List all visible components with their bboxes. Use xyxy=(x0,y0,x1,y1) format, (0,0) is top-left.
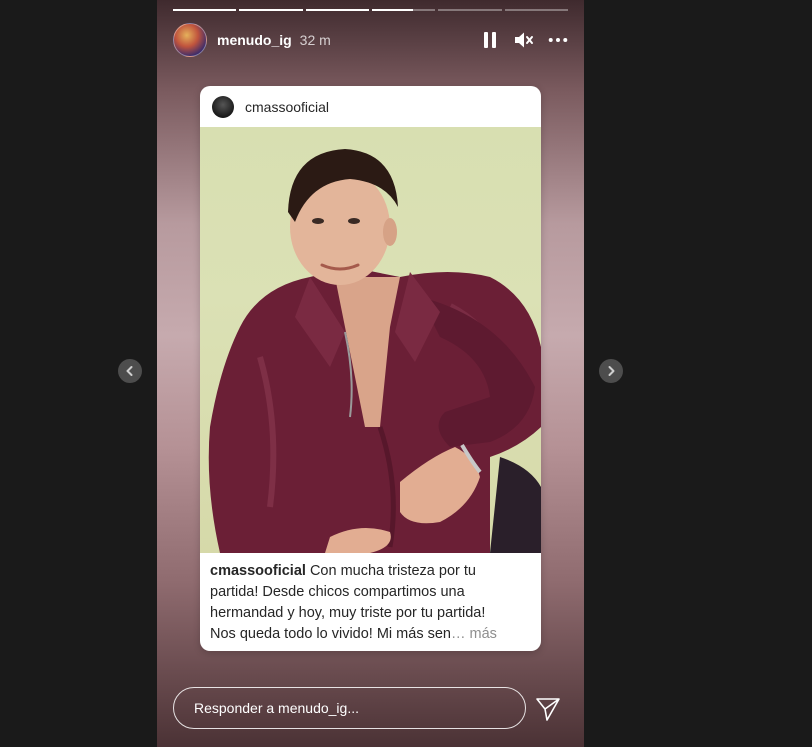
story-progress-segment xyxy=(371,9,436,11)
story-progress-segment xyxy=(438,9,502,11)
caption-line-3: hermandad y hoy, muy triste por tu parti… xyxy=(210,605,486,621)
more-options-button[interactable] xyxy=(548,30,568,50)
avatar[interactable] xyxy=(173,23,207,57)
next-story-button[interactable] xyxy=(599,359,623,383)
person-photo-illustration xyxy=(208,149,541,553)
send-button[interactable] xyxy=(535,696,561,722)
caption-ellipsis: … xyxy=(451,626,466,642)
story-username[interactable]: menudo_ig xyxy=(217,32,292,48)
chevron-right-icon xyxy=(608,366,615,376)
post-caption: cmassooficial Con mucha tristeza por tu … xyxy=(200,553,541,645)
caption-line-1: Con mucha tristeza por tu xyxy=(309,563,476,579)
story-progress-fill xyxy=(305,9,369,11)
story-progress-fill xyxy=(239,9,303,11)
caption-username[interactable]: cmassooficial xyxy=(210,563,306,579)
story-progress-segment xyxy=(173,9,237,11)
story-progress-segment xyxy=(239,9,303,11)
post-photo[interactable] xyxy=(200,127,541,553)
see-more-link[interactable]: más xyxy=(470,626,497,642)
story-header: menudo_ig 32 m xyxy=(173,22,568,58)
story-progress-segment xyxy=(504,9,568,11)
caption-line-4: Nos queda todo lo vivido! Mi más sen xyxy=(210,626,451,642)
post-author-avatar[interactable] xyxy=(212,95,234,118)
send-icon xyxy=(536,698,560,721)
reply-placeholder: Responder a menudo_ig... xyxy=(194,700,359,716)
story-progress-segment xyxy=(305,9,369,11)
more-options-icon xyxy=(548,38,568,42)
pause-button[interactable] xyxy=(480,30,500,50)
reply-input[interactable]: Responder a menudo_ig... xyxy=(173,687,526,729)
caption-line-2: partida! Desde chicos compartimos una xyxy=(210,584,465,600)
post-author-username[interactable]: cmassooficial xyxy=(245,99,329,115)
mute-button[interactable] xyxy=(514,30,534,50)
story-progress-bar xyxy=(173,9,568,11)
story-progress-fill xyxy=(371,9,414,11)
chevron-left-icon xyxy=(126,366,133,376)
story-controls xyxy=(480,30,568,50)
previous-story-button[interactable] xyxy=(118,359,142,383)
story-progress-fill xyxy=(173,9,237,11)
story-timestamp: 32 m xyxy=(299,32,331,48)
post-header: cmassooficial xyxy=(200,86,541,127)
mute-icon xyxy=(515,32,533,48)
story-viewer[interactable]: menudo_ig 32 m cmassooficial cmassoofici… xyxy=(157,0,584,747)
pause-icon xyxy=(484,32,496,48)
shared-post-card[interactable]: cmassooficial cmassooficial Con mucha tr… xyxy=(200,86,541,651)
